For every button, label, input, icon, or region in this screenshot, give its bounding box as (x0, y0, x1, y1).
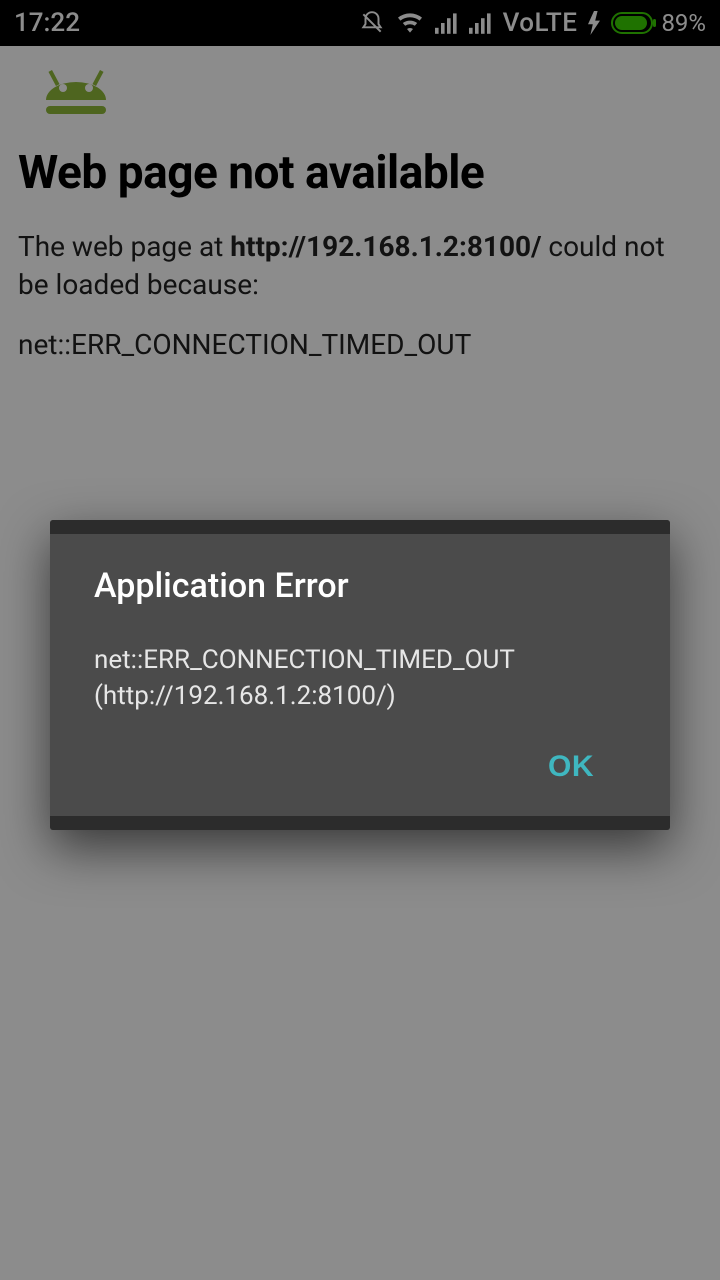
dialog-title: Application Error (94, 566, 626, 606)
ok-button[interactable]: OK (522, 740, 620, 794)
dialog-container: Application Error net::ERR_CONNECTION_TI… (0, 0, 720, 1280)
application-error-dialog: Application Error net::ERR_CONNECTION_TI… (50, 520, 670, 831)
dialog-message: net::ERR_CONNECTION_TIMED_OUT (http://19… (94, 642, 626, 715)
